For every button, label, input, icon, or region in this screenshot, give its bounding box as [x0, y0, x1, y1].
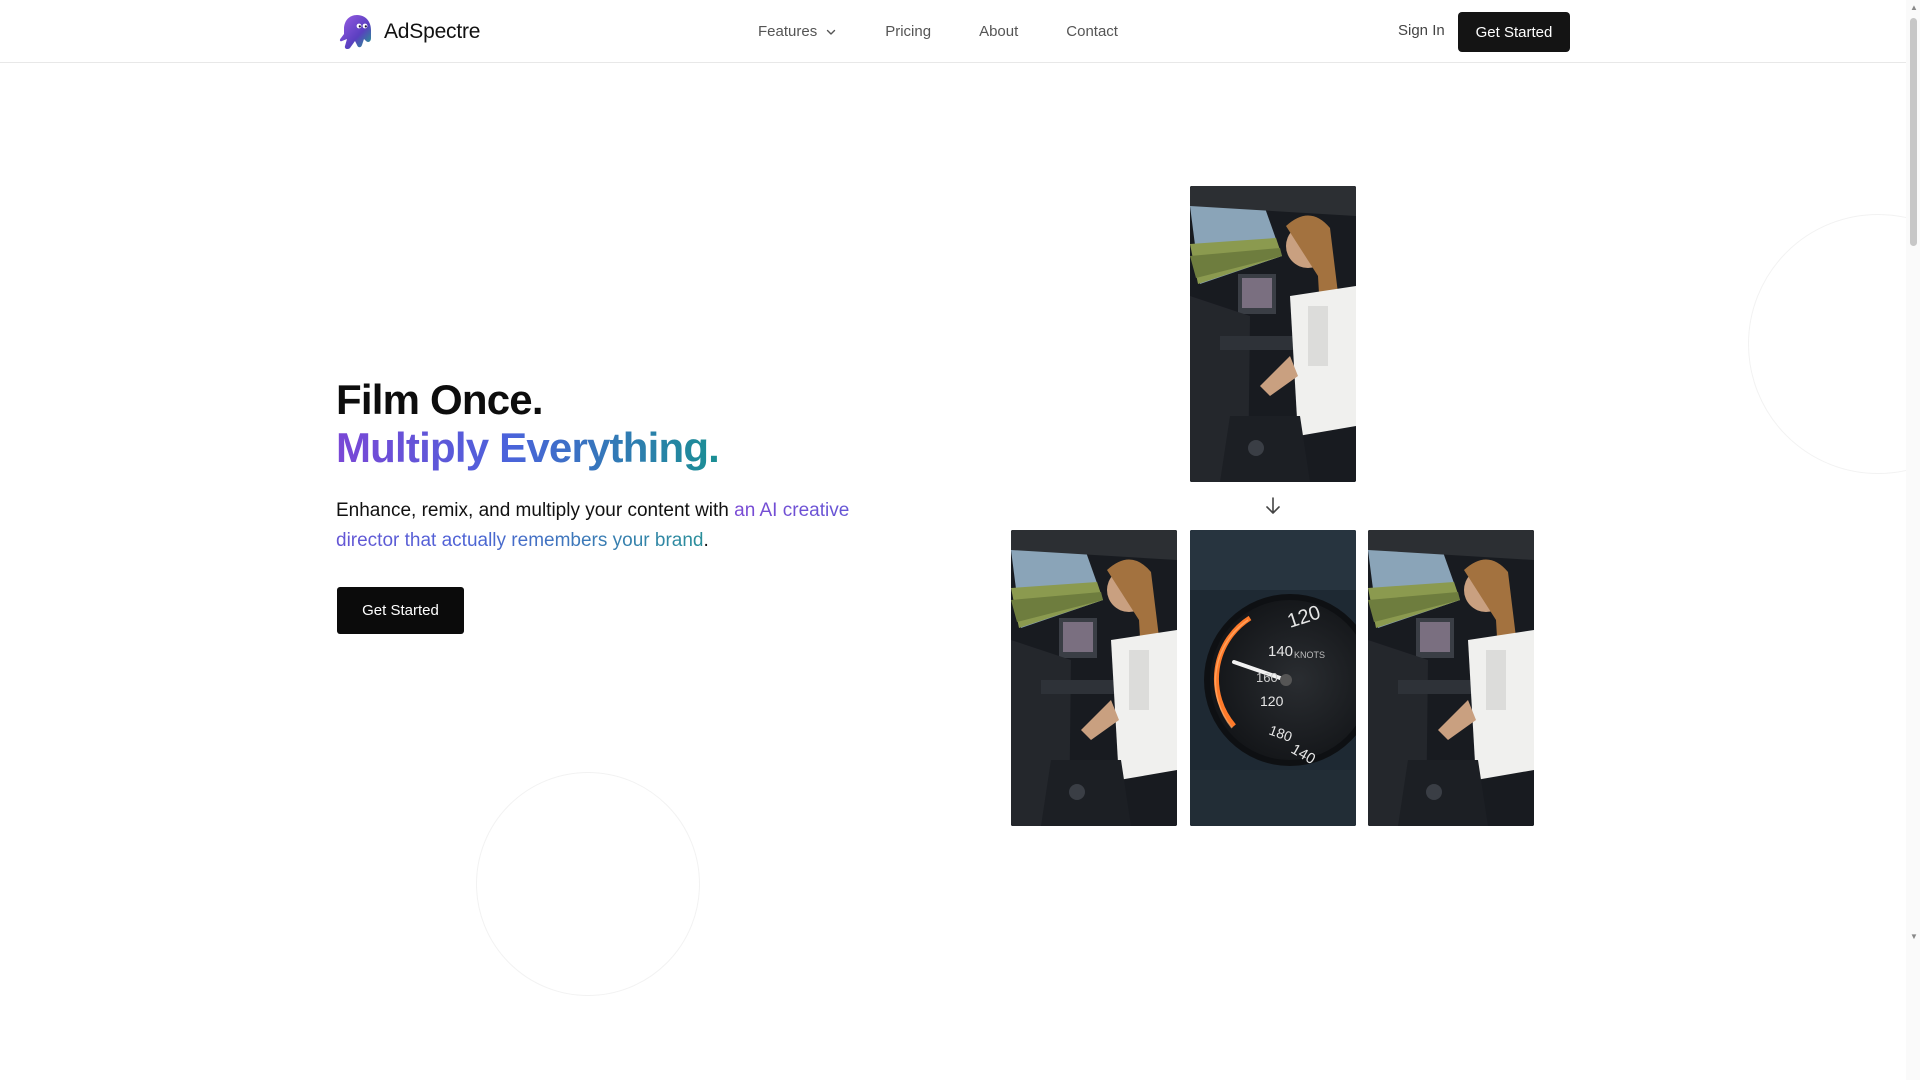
gauge-number: 120 — [1260, 693, 1284, 709]
nav-item-label: Contact — [1066, 23, 1118, 40]
nav-item-label: About — [979, 23, 1019, 40]
pilot-cockpit-image — [1011, 530, 1177, 826]
hero-title: Film Once. Multiply Everything. — [336, 376, 720, 472]
source-video-frame[interactable] — [1190, 186, 1356, 482]
hero-subtitle: Enhance, remix, and multiply your conten… — [336, 496, 876, 556]
pilot-cockpit-image — [1368, 530, 1534, 826]
scroll-thumb[interactable] — [1910, 18, 1917, 246]
hero-title-line2: Multiply Everything. — [336, 424, 720, 471]
chevron-down-icon — [827, 29, 836, 35]
main-nav: Features Pricing About Contact — [758, 0, 1118, 63]
nav-item-about[interactable]: About — [979, 23, 1018, 40]
output-video-frame[interactable] — [1368, 530, 1534, 826]
gauge-number: 140 — [1268, 643, 1293, 660]
nav-item-features[interactable]: Features — [758, 23, 837, 40]
hero-title-line1: Film Once. — [336, 376, 544, 423]
brand-home-link[interactable]: AdSpectre — [337, 12, 480, 52]
hero-subtitle-end: . — [703, 530, 709, 551]
airspeed-gauge-image: 120 140 160 120 180 140 KNOTS — [1190, 530, 1356, 826]
nav-item-label: Pricing — [885, 23, 932, 40]
sign-in-link[interactable]: Sign In — [1398, 22, 1445, 39]
nav-item-pricing[interactable]: Pricing — [885, 23, 931, 40]
decorative-ring — [1748, 214, 1920, 474]
page-scrollbar[interactable]: ▲ ▼ — [1906, 0, 1920, 1080]
site-header: AdSpectre Features Pricing About Contact… — [0, 0, 1906, 63]
gauge-number: 160 — [1256, 670, 1278, 685]
nav-item-contact[interactable]: Contact — [1066, 23, 1118, 40]
hero-get-started-button[interactable]: Get Started — [337, 587, 464, 634]
hero-subtitle-text: Enhance, remix, and multiply your conten… — [336, 500, 735, 521]
nav-item-label: Features — [758, 23, 818, 40]
gauge-unit-label: KNOTS — [1294, 650, 1325, 660]
brand-name: AdSpectre — [384, 20, 481, 43]
output-video-frame[interactable]: 120 140 160 120 180 140 KNOTS — [1190, 530, 1356, 826]
output-video-frame[interactable] — [1011, 530, 1177, 826]
scroll-down-arrow-icon[interactable]: ▼ — [1910, 932, 1918, 941]
header-get-started-button[interactable]: Get Started — [1458, 12, 1570, 52]
decorative-ring — [476, 772, 700, 996]
scroll-up-arrow-icon[interactable]: ▲ — [1910, 3, 1918, 12]
pilot-cockpit-image — [1190, 186, 1356, 482]
arrow-down-icon — [1266, 497, 1280, 514]
ghost-logo-icon — [339, 15, 371, 50]
